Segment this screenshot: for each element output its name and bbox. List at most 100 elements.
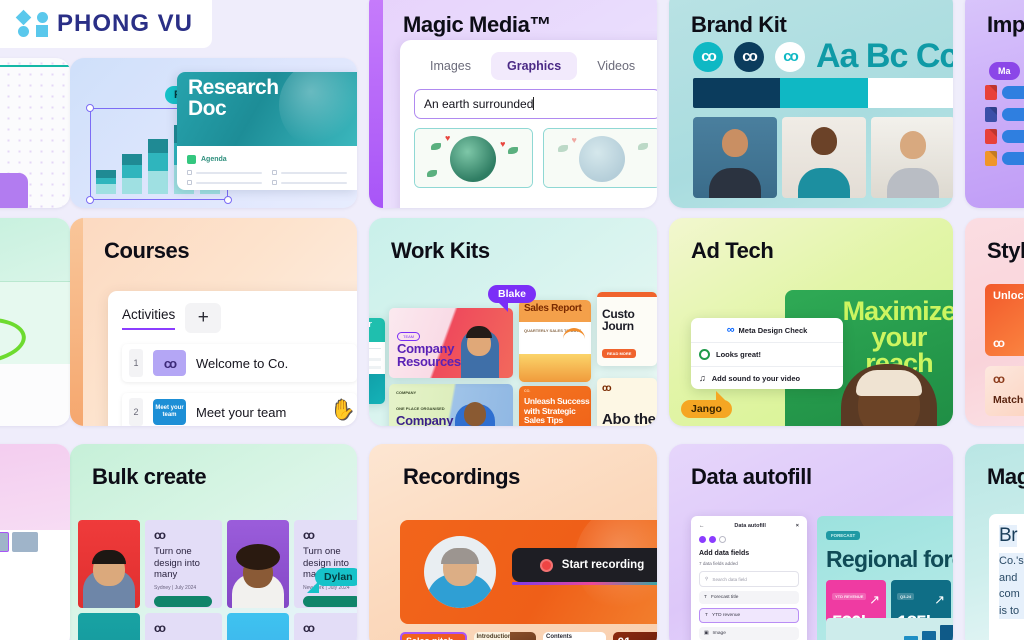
bulk-card[interactable]: co Turn one design into many New York | …	[294, 520, 357, 608]
tab-videos[interactable]: Videos	[581, 52, 651, 80]
ppt-file-icon	[985, 151, 997, 166]
import-row[interactable]	[985, 129, 1024, 144]
template-company-resources-green[interactable]: COMPANY ONE PLACE ORGANISED Company Reso…	[389, 384, 513, 426]
import-pill-badge[interactable]: Ma	[989, 62, 1020, 80]
bulk-card[interactable]: co Turn one design into many	[145, 613, 222, 640]
music-note-icon: ♫	[699, 373, 706, 383]
style-tile-match[interactable]: co Match a design s	[985, 366, 1024, 416]
prompt-input[interactable]: An earth surrounded	[414, 89, 657, 119]
list-item[interactable]: 2 Meet your team Meet your team	[122, 393, 357, 426]
card-ad-tech[interactable]: Ad Tech Maximize your reach ∞ Meta Desig…	[669, 218, 953, 426]
card-brand-kit[interactable]: Brand Kit co co co Aa Bc Cc	[669, 0, 953, 208]
thumbnail-introduction[interactable]: Introduction	[473, 632, 536, 640]
resize-handle-bottom-right[interactable]	[224, 196, 232, 204]
data-field-forecast-title[interactable]: T Forecast title	[699, 591, 799, 604]
bulk-card[interactable]: co Turn one design into many	[294, 613, 357, 640]
design-check-panel[interactable]: ∞ Meta Design Check Looks great! ♫ Add s…	[691, 318, 843, 389]
list-item-label: Meet your team	[196, 404, 287, 420]
earth-illustration: ♥ ♥	[415, 129, 532, 187]
doc-section-agenda: Agenda	[187, 155, 347, 164]
checkbox-icon[interactable]	[272, 170, 277, 175]
doc-checklist	[187, 170, 347, 190]
thumbnail-sales-pitch[interactable]: Sales pitch deck	[400, 632, 467, 640]
template-about[interactable]: co Abo the	[597, 378, 657, 426]
brand-photos	[693, 117, 953, 198]
card-edge-top-left[interactable]: N 👍 C ➤	[0, 58, 70, 208]
result-thumbnail[interactable]: ♥ ♥	[414, 128, 533, 188]
gradient-progress-bar[interactable]	[512, 582, 657, 585]
import-row[interactable]	[985, 85, 1024, 100]
list-item-thumbnail: co	[153, 350, 186, 376]
thumbnail-01[interactable]: 01	[612, 632, 657, 640]
card-import[interactable]: Impo Ma	[965, 0, 1024, 208]
bulk-photo[interactable]	[78, 613, 140, 640]
back-icon[interactable]: ←	[699, 523, 705, 529]
start-recording-button[interactable]: Start recording	[512, 548, 657, 582]
magic-edge-heading: Br	[999, 525, 1018, 547]
style-tile-unlock[interactable]: Unloc consis co	[985, 284, 1024, 356]
template-customer-journey[interactable]: Custo Journ READ MORE	[597, 292, 657, 366]
card-bulk-create[interactable]: Bulk create co Turn one design into many…	[70, 444, 357, 640]
close-icon[interactable]: ×	[796, 523, 799, 529]
list-item[interactable]: 1 co Welcome to Co.	[122, 344, 357, 382]
template-company-resources-pink[interactable]: TEAM Company Resources	[389, 308, 513, 378]
card-styles[interactable]: Styl Unloc consis co co Match a design s	[965, 218, 1024, 426]
swatch-white[interactable]	[867, 78, 953, 108]
panel-row-add-sound[interactable]: ♫ Add sound to your video	[691, 366, 843, 389]
brand-logo-icon: co	[775, 41, 805, 72]
brand-logo-overlay[interactable]: PHONG VU	[0, 0, 212, 48]
tab-activities[interactable]: Activities	[122, 307, 176, 330]
import-chip	[1002, 152, 1024, 165]
template-unleash-success[interactable]: CO. Unleash Success with Strategic Sales…	[519, 386, 591, 426]
search-input[interactable]: ⚲ Search data field	[699, 571, 799, 587]
data-field-image[interactable]: ▣ Image	[699, 627, 799, 640]
list-item-thumbnail: Meet your team	[153, 399, 186, 425]
template-sales-report[interactable]: Sales Report QUARTERLY SALES TO DATE	[519, 300, 591, 382]
forecast-preview[interactable]: FORECAST Regional forec YTD REVENUE ↗ 53…	[817, 516, 953, 640]
brand-photo[interactable]	[782, 117, 866, 198]
bulk-photo[interactable]	[227, 520, 289, 608]
bulk-card-button[interactable]	[303, 595, 357, 607]
add-activity-button[interactable]: +	[185, 303, 222, 333]
bulk-card[interactable]: co Turn one design into many Sydney | Ju…	[145, 520, 222, 608]
template-progress-tracker[interactable]: gress cker	[369, 318, 385, 404]
recording-stage: Start recording	[400, 520, 657, 624]
result-thumbnail[interactable]: ♥	[542, 128, 657, 188]
brand-photo[interactable]	[693, 117, 777, 198]
text-field-icon: T	[705, 613, 708, 618]
card-magic-media[interactable]: Magic Media™ Images Graphics Videos An e…	[369, 0, 657, 208]
card-data-autofill[interactable]: Data autofill ← Data autofill × Add data…	[669, 444, 953, 640]
resize-handle-top-left[interactable]	[86, 104, 94, 112]
resize-handle-bottom-left[interactable]	[86, 196, 94, 204]
panel-row-looks-great[interactable]: Looks great!	[691, 342, 843, 366]
research-doc-preview[interactable]: Research Doc Agenda	[177, 72, 357, 190]
bulk-photo[interactable]	[78, 520, 140, 608]
color-swatches	[693, 78, 953, 108]
import-row[interactable]	[985, 151, 1024, 166]
card-doc-edge[interactable]: people nod their ds in agreement on in p…	[0, 444, 70, 640]
bulk-card-button[interactable]	[154, 595, 212, 607]
thumbnail-contents[interactable]: Contents	[543, 632, 606, 640]
meta-icon: ∞	[726, 324, 735, 336]
bulk-photo[interactable]	[227, 613, 289, 640]
card-magic-edge[interactable]: Mag Br Co.'s and com is to	[965, 444, 1024, 640]
panel-header: ∞ Meta Design Check	[726, 324, 808, 336]
ad-model-photo	[829, 340, 949, 426]
checkbox-icon[interactable]	[187, 170, 192, 175]
brand-photo[interactable]	[871, 117, 953, 198]
card-recordings[interactable]: Recordings Start recording Sales pitch d…	[369, 444, 657, 640]
card-work-kits[interactable]: Work Kits gress cker TEAM Company Resour…	[369, 218, 657, 426]
swatch-dark[interactable]	[693, 78, 781, 108]
doc-thumbnail[interactable]	[12, 531, 38, 552]
card-courses[interactable]: Courses Activities + 1 co Welcome to Co.…	[70, 218, 357, 426]
card-research-doc[interactable]: Finn Research Doc Agenda	[70, 58, 357, 208]
card-edge-growth[interactable]: Growth	[0, 218, 70, 426]
tab-images[interactable]: Images	[414, 52, 487, 80]
doc-thumbnail-selected[interactable]	[0, 531, 9, 552]
swatch-teal[interactable]	[780, 78, 868, 108]
tab-graphics[interactable]: Graphics	[491, 52, 578, 80]
checkbox-icon[interactable]	[187, 180, 192, 185]
checkbox-icon[interactable]	[272, 180, 277, 185]
data-field-ytd-revenue[interactable]: T YTD revenue	[699, 608, 799, 623]
import-row[interactable]	[985, 107, 1024, 122]
